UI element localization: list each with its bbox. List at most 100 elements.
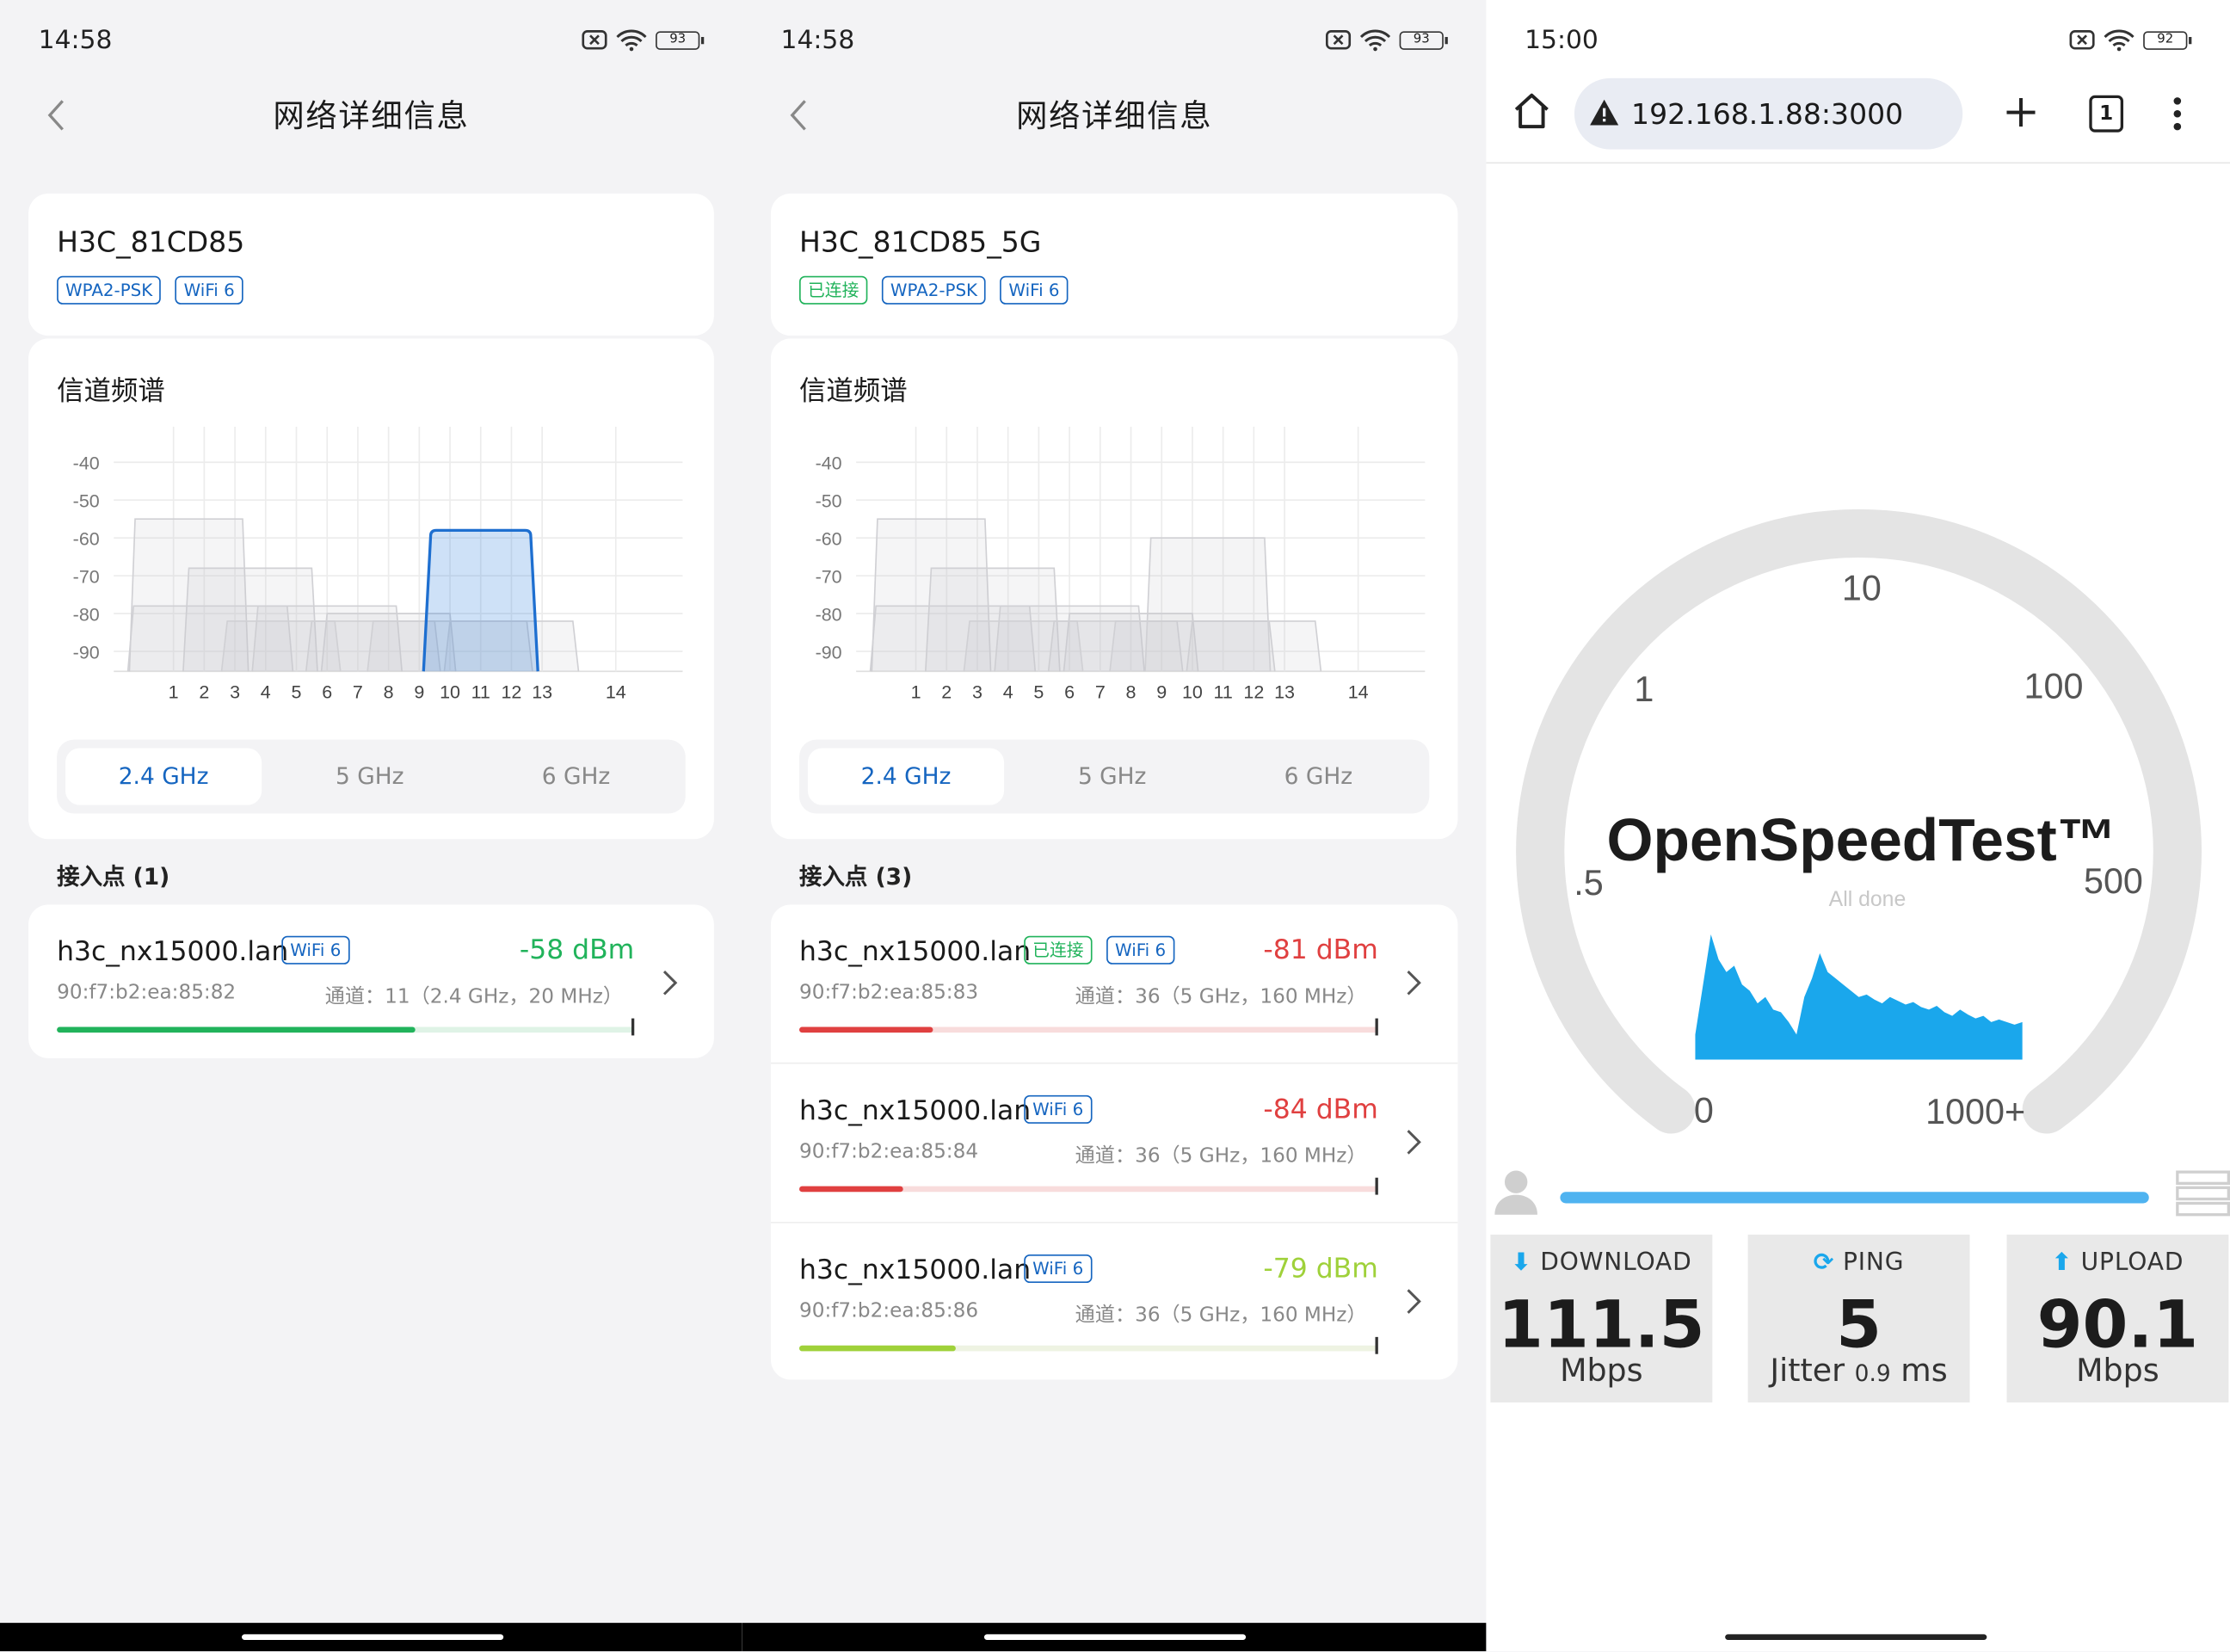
access-point-list: h3c_nx15000.lan 已连接 WiFi 6 -81 dBm 90:f7:…	[770, 904, 1458, 1380]
x-tick-label: 9	[1156, 682, 1167, 703]
ap-channel: 通道：36（5 GHz，160 MHz）	[1075, 1144, 1367, 1168]
test-status: All done	[1829, 888, 1907, 911]
access-points-heading: 接入点 (1)	[57, 863, 170, 891]
channel-spectrum-chart: -40-50-60-70-80-901 2 3 4 5 6 7 8 9 10 11 12 13 14	[73, 426, 683, 703]
gesture-bar	[1486, 1623, 2230, 1652]
y-tick-label: -40	[816, 453, 842, 474]
battery-icon: 93	[1399, 30, 1448, 50]
band-tab-2-4ghz[interactable]: 2.4 GHz	[65, 748, 262, 805]
download-result: ⬇ DOWNLOAD 111.5 Mbps	[1490, 1234, 1713, 1402]
wifi6-tag: WiFi 6	[1000, 275, 1069, 305]
band-selector: 2.4 GHz 5 GHz 6 GHz	[799, 739, 1430, 814]
gesture-bar	[742, 1623, 1487, 1652]
status-time: 15:00	[1525, 25, 1599, 56]
x-tick-label: 10	[1182, 682, 1203, 703]
ap-signal-dbm: -58 dBm	[519, 934, 635, 966]
security-tag: WPA2-PSK	[881, 275, 986, 305]
access-point-row[interactable]: h3c_nx15000.lan WiFi 6 -79 dBm 90:f7:b2:…	[771, 1224, 1457, 1380]
connected-tag: 已连接	[1024, 935, 1093, 965]
x-tick-label: 2	[941, 682, 952, 703]
x-tick-label: 4	[1003, 682, 1013, 703]
y-tick-label: -80	[816, 604, 842, 625]
wifi-icon	[2104, 29, 2135, 52]
neighbor-network-shape	[220, 620, 342, 672]
more-menu-icon[interactable]	[2171, 96, 2183, 133]
access-point-row[interactable]: h3c_nx15000.lan 已连接 WiFi 6 -81 dBm 90:f7:…	[770, 904, 1458, 1064]
ping-value: 5	[1836, 1285, 1882, 1363]
test-progress-bar	[1560, 1192, 2149, 1204]
signal-bar	[799, 1336, 1378, 1354]
gauge-label-0-5: .5	[1574, 863, 1603, 903]
ap-name: h3c_nx15000.lan	[57, 935, 289, 968]
ssid-name: H3C_81CD85	[57, 225, 245, 259]
x-tick-label: 1	[169, 682, 179, 703]
band-tab-5ghz[interactable]: 5 GHz	[272, 749, 468, 805]
spectrum-title: 信道频谱	[799, 375, 908, 407]
status-time: 14:58	[38, 25, 113, 56]
band-tab-6ghz[interactable]: 6 GHz	[1220, 749, 1416, 805]
wifi-details-panel-2: 14:58 93 网络详细信息 H3C_81CD85_5G 已连接 WPA2-P…	[742, 0, 1487, 1652]
x-tick-label: 14	[1348, 682, 1369, 703]
x-tick-label: 14	[606, 682, 626, 703]
signal-bar-fill	[57, 1026, 416, 1033]
gauge-label-1000-plus: 1000+	[1925, 1092, 2025, 1131]
ap-name: h3c_nx15000.lan	[799, 1254, 1032, 1286]
upload-result: ⬆ UPLOAD 90.1 Mbps	[2006, 1234, 2229, 1402]
x-tick-label: 3	[230, 682, 240, 703]
x-tick-label: 7	[353, 682, 363, 703]
home-indicator[interactable]	[983, 1634, 1247, 1640]
ping-result: ⟳ PING 5 Jitter 0.9 ms	[1747, 1234, 1970, 1402]
ap-signal-dbm: -79 dBm	[1263, 1253, 1378, 1285]
home-indicator[interactable]	[242, 1634, 504, 1640]
y-tick-label: -80	[73, 604, 100, 625]
upload-value: 90.1	[2036, 1285, 2199, 1363]
x-tick-label: 5	[292, 682, 302, 703]
address-bar[interactable]: 192.168.1.88:3000	[1574, 77, 1963, 150]
band-tab-2-4ghz[interactable]: 2.4 GHz	[807, 748, 1005, 805]
speedtest-browser-panel: 15:00 92 192.168.1.88:3000 1 0 .5 1 10 1…	[1486, 0, 2230, 1652]
ap-signal-dbm: -84 dBm	[1263, 1094, 1378, 1125]
home-indicator[interactable]	[1725, 1634, 1987, 1640]
access-point-row[interactable]: h3c_nx15000.lan WiFi 6 -58 dBm 90:f7:b2:…	[28, 904, 714, 1058]
gauge-label-0: 0	[1694, 1090, 1714, 1130]
status-time: 14:58	[780, 25, 855, 56]
page-title: 网络详细信息	[273, 99, 470, 136]
browser-toolbar: 192.168.1.88:3000 1	[1486, 71, 2230, 164]
client-user-icon	[1494, 1170, 1537, 1215]
y-tick-label: -90	[816, 642, 842, 663]
band-tab-6ghz[interactable]: 6 GHz	[477, 749, 674, 805]
ssid-name: H3C_81CD85_5G	[799, 225, 1042, 259]
band-tab-5ghz[interactable]: 5 GHz	[1014, 749, 1210, 805]
ping-label: ⟳ PING	[1813, 1248, 1905, 1278]
current-network-shape	[422, 528, 539, 672]
x-tick-label: 7	[1095, 682, 1106, 703]
new-tab-icon[interactable]	[2004, 96, 2038, 130]
sim-off-icon	[2069, 30, 2095, 50]
brand-title: OpenSpeedTest™	[1607, 806, 2117, 873]
x-tick-label: 3	[972, 682, 983, 703]
warning-icon[interactable]	[1588, 96, 1619, 127]
wifi-icon	[616, 29, 647, 52]
download-label: ⬇ DOWNLOAD	[1511, 1248, 1692, 1278]
speed-history-graph	[1695, 934, 2023, 1060]
x-tick-label: 9	[414, 682, 424, 703]
home-icon[interactable]	[1512, 91, 1551, 131]
spectrum-card: 信道频谱 -40 -50 -60 -70 -80 -90 1 2 3 4 5 6 7 8 9 10 11 12 13…	[770, 338, 1458, 840]
access-points-heading: 接入点 (3)	[799, 863, 913, 891]
signal-bar-end	[1375, 1018, 1378, 1036]
network-card: H3C_81CD85_5G 已连接 WPA2-PSK WiFi 6	[770, 193, 1458, 336]
connected-tag: 已连接	[799, 275, 868, 305]
neighbor-network-shape	[963, 620, 1084, 672]
jitter-line: Jitter 0.9 ms	[1770, 1353, 1948, 1390]
speed-gauge: 0 .5 1 10 100 500 1000+ OpenSpeedTest™ A…	[1516, 509, 2202, 1134]
band-selector: 2.4 GHz 5 GHz 6 GHz	[57, 739, 686, 814]
access-point-row[interactable]: h3c_nx15000.lan WiFi 6 -84 dBm 90:f7:b2:…	[770, 1063, 1458, 1224]
y-tick-label: -70	[816, 566, 842, 587]
signal-bar-end	[1375, 1177, 1378, 1195]
security-tag: WPA2-PSK	[57, 275, 162, 305]
upload-arrow-icon: ⬆	[2051, 1248, 2073, 1278]
tab-switcher-icon[interactable]: 1	[2089, 95, 2124, 133]
ap-mac: 90:f7:b2:ea:85:83	[799, 981, 979, 1005]
x-tick-label: 1	[911, 682, 921, 703]
signal-bar-end	[1375, 1336, 1378, 1354]
